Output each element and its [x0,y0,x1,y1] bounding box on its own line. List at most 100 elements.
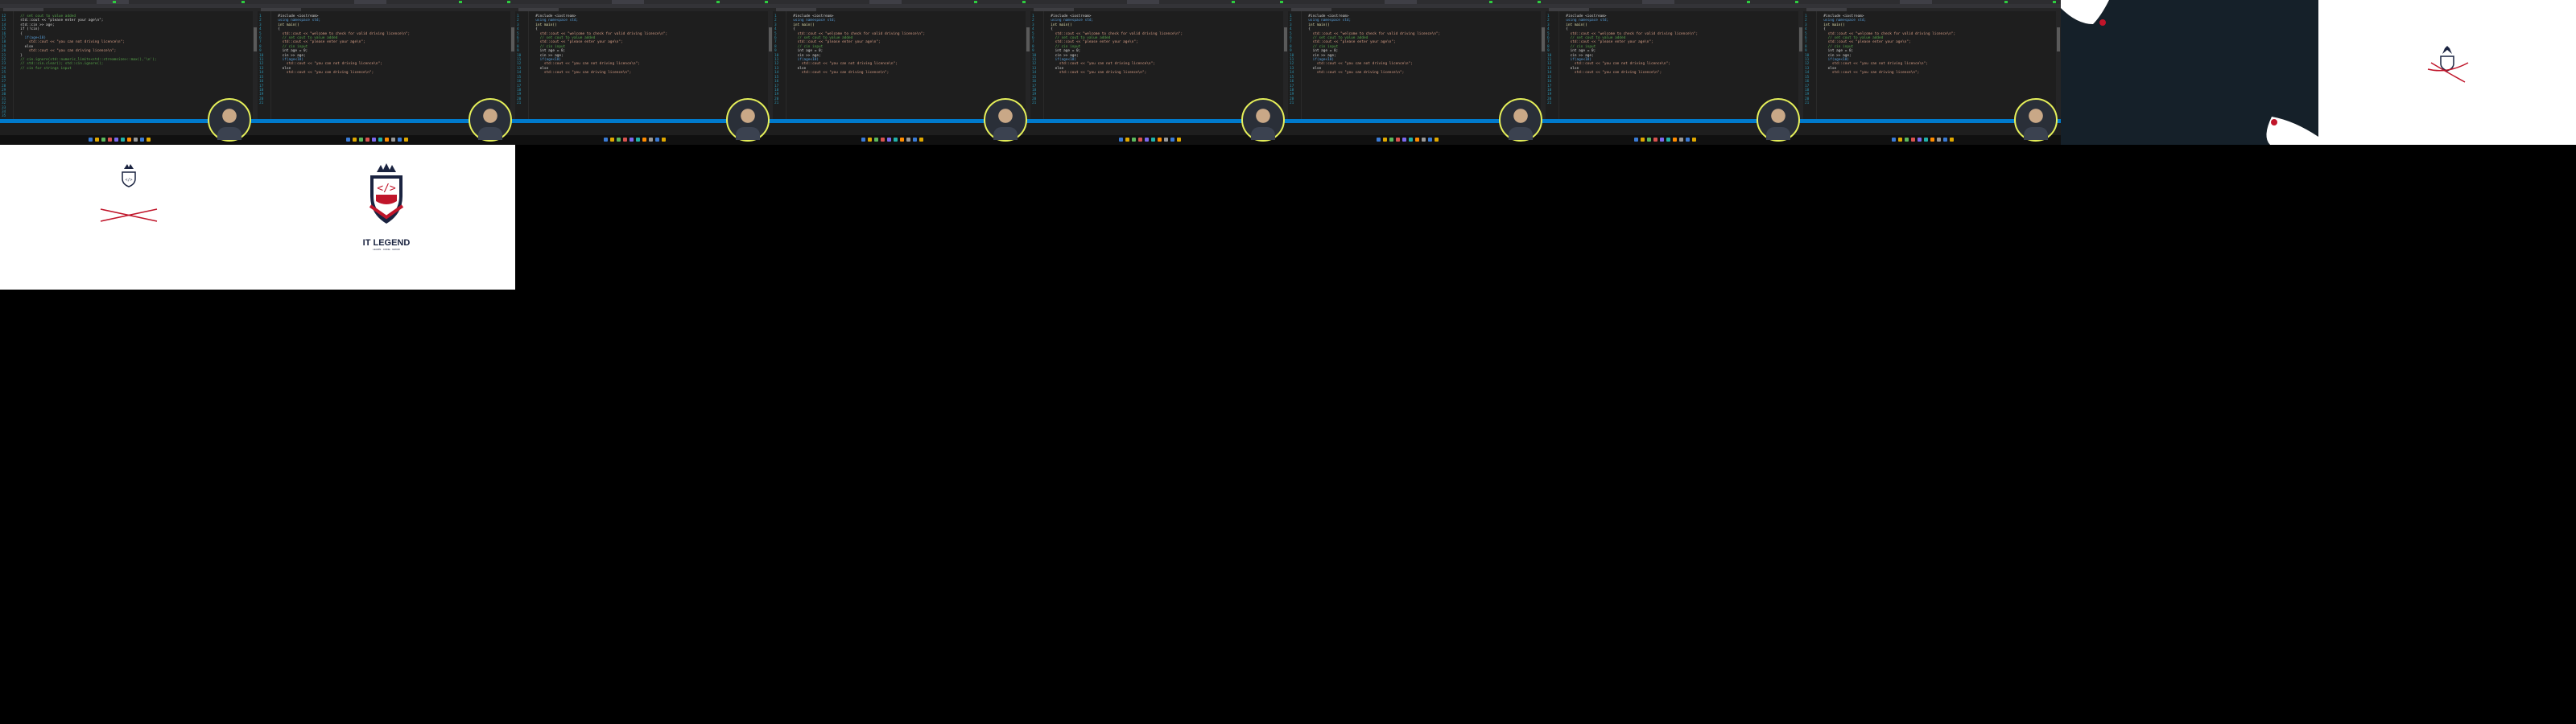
taskbar-app-icon[interactable] [1647,138,1651,142]
taskbar-app-icon[interactable] [1950,138,1954,142]
taskbar-app-icon[interactable] [881,138,885,142]
taskbar-app-icon[interactable] [1660,138,1664,142]
scroll-thumb[interactable] [2057,27,2060,51]
taskbar-app-icon[interactable] [114,138,118,142]
taskbar-app-icon[interactable] [1937,138,1941,142]
taskbar-app-icon[interactable] [1170,138,1174,142]
scroll-thumb[interactable] [769,27,772,51]
run-button[interactable] [716,1,720,3]
taskbar-app-icon[interactable] [346,138,350,142]
code-text[interactable]: #include <iostream> using namespace std;… [1304,14,1440,76]
taskbar-app-icon[interactable] [874,138,878,142]
play-icon[interactable] [242,1,245,3]
code-text[interactable]: #include <iostream> using namespace std;… [274,14,410,76]
taskbar-app-icon[interactable] [887,138,891,142]
taskbar-app-icon[interactable] [1679,138,1683,142]
taskbar-app-icon[interactable] [121,138,125,142]
taskbar-app-icon[interactable] [140,138,144,142]
code-text[interactable]: #include <iostream> using namespace std;… [531,14,667,76]
taskbar-app-icon[interactable] [108,138,112,142]
taskbar-app-icon[interactable] [1905,138,1909,142]
run-button[interactable] [459,1,462,3]
taskbar-app-icon[interactable] [101,138,105,142]
taskbar-app-icon[interactable] [1686,138,1690,142]
play-icon[interactable] [1280,1,1283,3]
taskbar-app-icon[interactable] [610,138,614,142]
taskbar-app-icon[interactable] [359,138,363,142]
taskbar-app-icon[interactable] [1125,138,1129,142]
taskbar-app-icon[interactable] [1666,138,1670,142]
taskbar-app-icon[interactable] [1389,138,1393,142]
code-text[interactable]: #include <iostream> using namespace std;… [1046,14,1183,76]
taskbar-app-icon[interactable] [913,138,917,142]
taskbar-app-icon[interactable] [127,138,131,142]
taskbar-app-icon[interactable] [1653,138,1657,142]
run-button[interactable] [113,1,116,3]
taskbar-app-icon[interactable] [1164,138,1168,142]
taskbar-app-icon[interactable] [1892,138,1896,142]
run-button[interactable] [1489,1,1492,3]
taskbar-app-icon[interactable] [1930,138,1934,142]
taskbar-app-icon[interactable] [1641,138,1645,142]
code-text[interactable]: #include <iostream> using namespace std;… [1819,14,1955,76]
taskbar-app-icon[interactable] [1145,138,1149,142]
scroll-thumb[interactable] [1542,27,1545,51]
taskbar-app-icon[interactable] [662,138,666,142]
taskbar-app-icon[interactable] [1428,138,1432,142]
code-text[interactable]: #include <iostream> using namespace std;… [1562,14,1698,76]
taskbar-app-icon[interactable] [1177,138,1181,142]
scroll-thumb[interactable] [1799,27,1802,51]
taskbar-app-icon[interactable] [1924,138,1928,142]
run-button[interactable] [1232,1,1235,3]
taskbar-app-icon[interactable] [385,138,389,142]
scroll-thumb[interactable] [511,27,514,51]
scroll-thumb[interactable] [1284,27,1287,51]
taskbar-app-icon[interactable] [1151,138,1155,142]
taskbar-app-icon[interactable] [95,138,99,142]
play-icon[interactable] [2053,1,2056,3]
taskbar-app-icon[interactable] [623,138,627,142]
taskbar-app-icon[interactable] [1435,138,1439,142]
code-text[interactable]: #include <iostream> using namespace std;… [789,14,925,76]
play-icon[interactable] [507,1,510,3]
taskbar-app-icon[interactable] [861,138,865,142]
taskbar-app-icon[interactable] [398,138,402,142]
taskbar-app-icon[interactable] [1402,138,1406,142]
taskbar-app-icon[interactable] [365,138,369,142]
play-icon[interactable] [1022,1,1026,3]
taskbar-app-icon[interactable] [1377,138,1381,142]
taskbar-app-icon[interactable] [1943,138,1947,142]
taskbar-app-icon[interactable] [1409,138,1413,142]
run-button[interactable] [1747,1,1750,3]
run-button[interactable] [974,1,977,3]
taskbar-app-icon[interactable] [868,138,872,142]
taskbar-app-icon[interactable] [1673,138,1677,142]
taskbar-app-icon[interactable] [655,138,659,142]
play-icon[interactable] [1795,1,1798,3]
taskbar-app-icon[interactable] [1898,138,1902,142]
play-icon[interactable] [765,1,768,3]
taskbar-app-icon[interactable] [1138,138,1142,142]
taskbar-app-icon[interactable] [134,138,138,142]
taskbar-app-icon[interactable] [404,138,408,142]
taskbar-app-icon[interactable] [649,138,653,142]
scroll-thumb[interactable] [1026,27,1030,51]
taskbar-app-icon[interactable] [1692,138,1696,142]
taskbar-app-icon[interactable] [1634,138,1638,142]
taskbar-app-icon[interactable] [919,138,923,142]
taskbar-app-icon[interactable] [894,138,898,142]
taskbar-app-icon[interactable] [1132,138,1136,142]
run-button[interactable] [2004,1,2008,3]
code-text[interactable]: // set cout to value added std::cout << … [16,14,156,71]
taskbar-app-icon[interactable] [604,138,608,142]
taskbar-app-icon[interactable] [1383,138,1387,142]
taskbar-app-icon[interactable] [906,138,910,142]
taskbar-app-icon[interactable] [89,138,93,142]
taskbar-app-icon[interactable] [1911,138,1915,142]
taskbar-app-icon[interactable] [1158,138,1162,142]
taskbar-app-icon[interactable] [1119,138,1123,142]
taskbar-app-icon[interactable] [147,138,151,142]
taskbar-app-icon[interactable] [617,138,621,142]
taskbar-app-icon[interactable] [642,138,646,142]
taskbar-app-icon[interactable] [900,138,904,142]
